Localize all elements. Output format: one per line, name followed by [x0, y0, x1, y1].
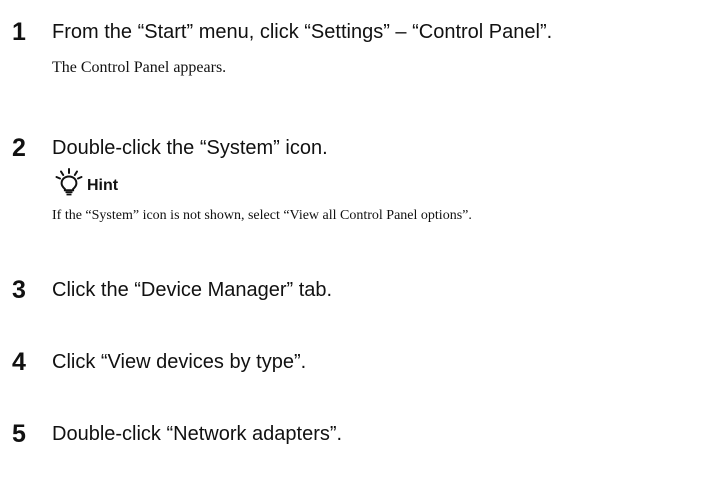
hint-text: If the “System” icon is not shown, selec…: [52, 208, 472, 223]
hint-label: Hint: [87, 177, 119, 194]
step-instruction: Double-click “Network adapters”.: [52, 423, 343, 445]
step-instruction: From the “Start” menu, click “Settings” …: [52, 21, 553, 43]
lightbulb-icon: [55, 168, 83, 196]
step-number: 5: [12, 420, 26, 448]
step-number: 3: [12, 276, 26, 304]
step-number: 1: [12, 18, 26, 46]
step-number: 2: [12, 134, 26, 162]
step-instruction: Click the “Device Manager” tab.: [52, 279, 333, 301]
hint-header: Hint: [54, 168, 118, 196]
step-instruction: Click “View devices by type”.: [52, 351, 307, 373]
step-result: The Control Panel appears.: [52, 59, 227, 76]
step-instruction: Double-click the “System” icon.: [52, 137, 328, 159]
step-number: 4: [12, 348, 26, 376]
